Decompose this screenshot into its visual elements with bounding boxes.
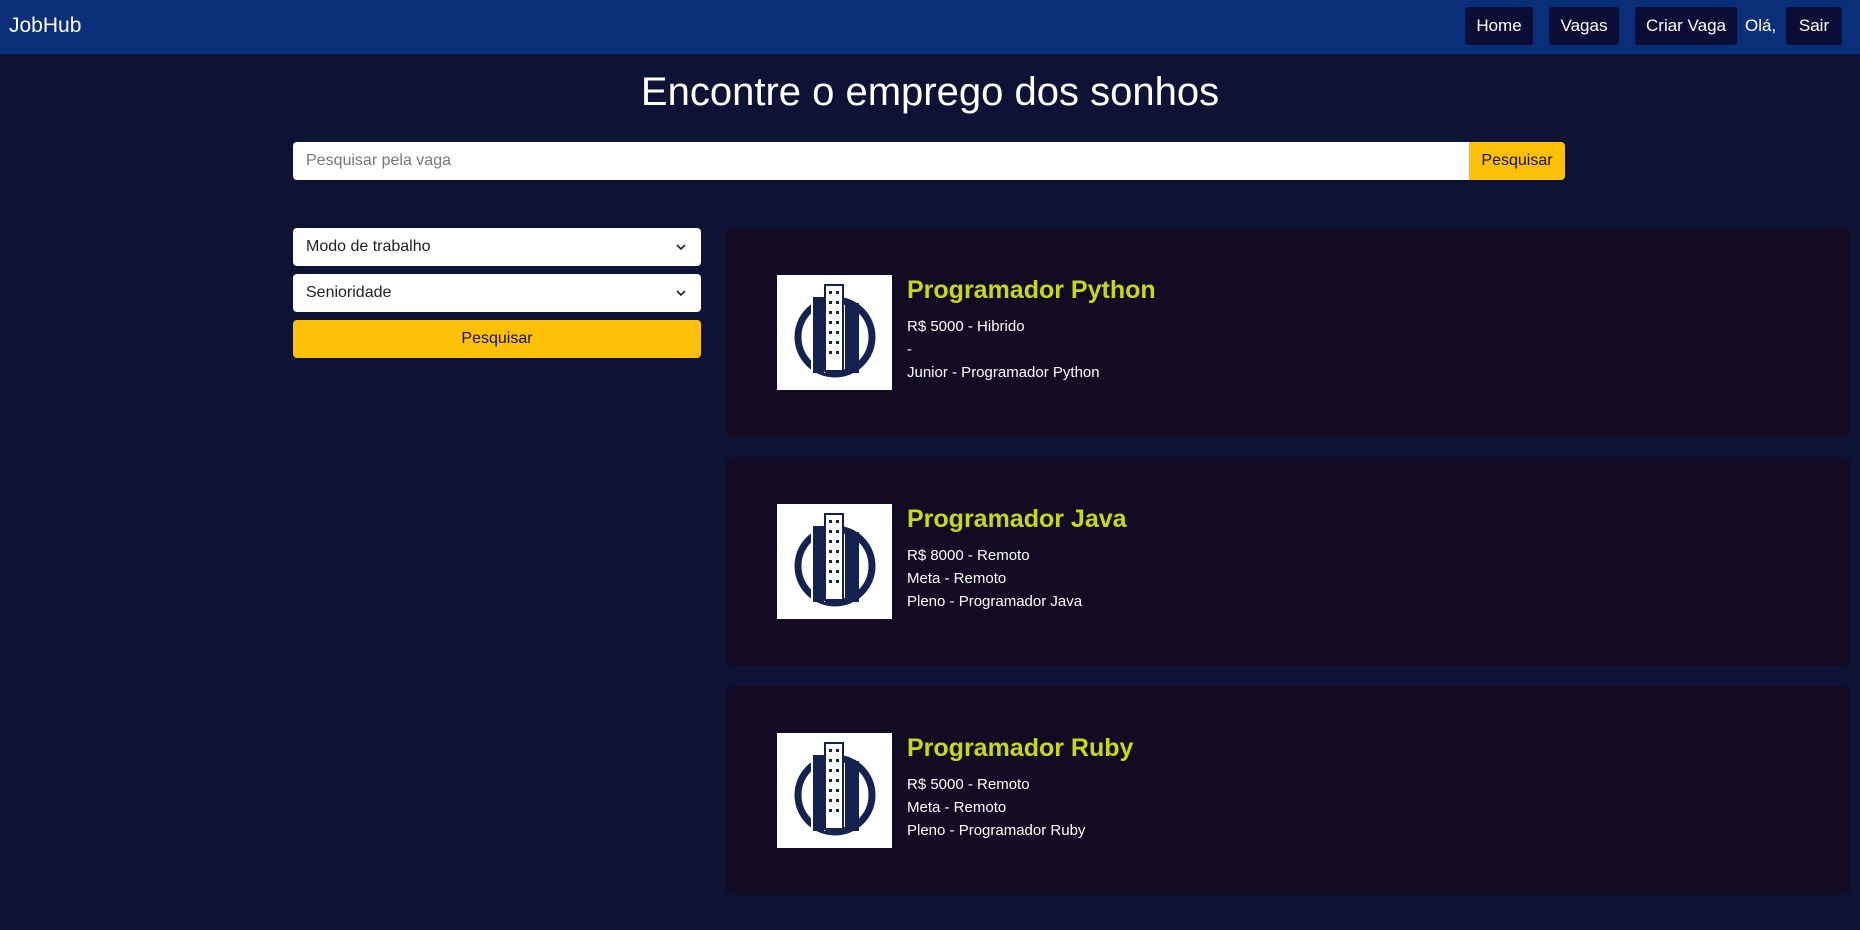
company-logo [777,504,892,619]
search-button[interactable]: Pesquisar [1469,142,1565,180]
chevron-down-icon [676,244,686,251]
job-title[interactable]: Programador Python [907,276,1156,305]
modo-trabalho-select[interactable]: Modo de trabalho [293,228,701,266]
job-seniority: Junior - Programador Python [907,364,1100,381]
job-salary-mode: R$ 8000 - Remoto [907,547,1030,564]
building-logo-icon [794,513,876,607]
job-company-mode: - [907,341,912,358]
nav-criar-vaga-button[interactable]: Criar Vaga [1635,7,1737,45]
job-title[interactable]: Programador Java [907,505,1127,534]
brand-logo[interactable]: JobHub [9,14,81,38]
nav-sair-button[interactable]: Sair [1786,7,1842,45]
job-salary-mode: R$ 5000 - Remoto [907,776,1030,793]
chevron-down-icon [676,290,686,297]
user-greeting: Olá, [1745,16,1777,35]
filter-search-button[interactable]: Pesquisar [293,320,701,358]
job-card[interactable]: Programador Python R$ 5000 - Hibrido - J… [725,228,1851,437]
company-logo [777,733,892,848]
search-bar: Pesquisar [293,142,1565,180]
senioridade-value: Senioridade [306,284,392,301]
nav-home-button[interactable]: Home [1465,7,1533,45]
nav-vagas-button[interactable]: Vagas [1549,7,1619,45]
job-company-mode: Meta - Remoto [907,799,1007,816]
job-seniority: Pleno - Programador Java [907,593,1083,610]
job-company-mode: Meta - Remoto [907,570,1007,587]
company-logo [777,275,892,390]
modo-trabalho-value: Modo de trabalho [306,238,431,255]
navbar: JobHub Home Vagas Criar Vaga Olá, Sair [0,0,1860,54]
building-logo-icon [794,284,876,378]
job-title[interactable]: Programador Ruby [907,734,1133,763]
senioridade-select[interactable]: Senioridade [293,274,701,312]
job-card[interactable]: Programador Java R$ 8000 - Remoto Meta -… [725,457,1851,666]
job-card[interactable]: Programador Ruby R$ 5000 - Remoto Meta -… [725,686,1851,895]
search-input[interactable] [293,142,1469,180]
job-seniority: Pleno - Programador Ruby [907,822,1086,839]
page-title: Encontre o emprego dos sonhos [640,70,1220,114]
job-salary-mode: R$ 5000 - Hibrido [907,318,1025,335]
building-logo-icon [794,742,876,836]
